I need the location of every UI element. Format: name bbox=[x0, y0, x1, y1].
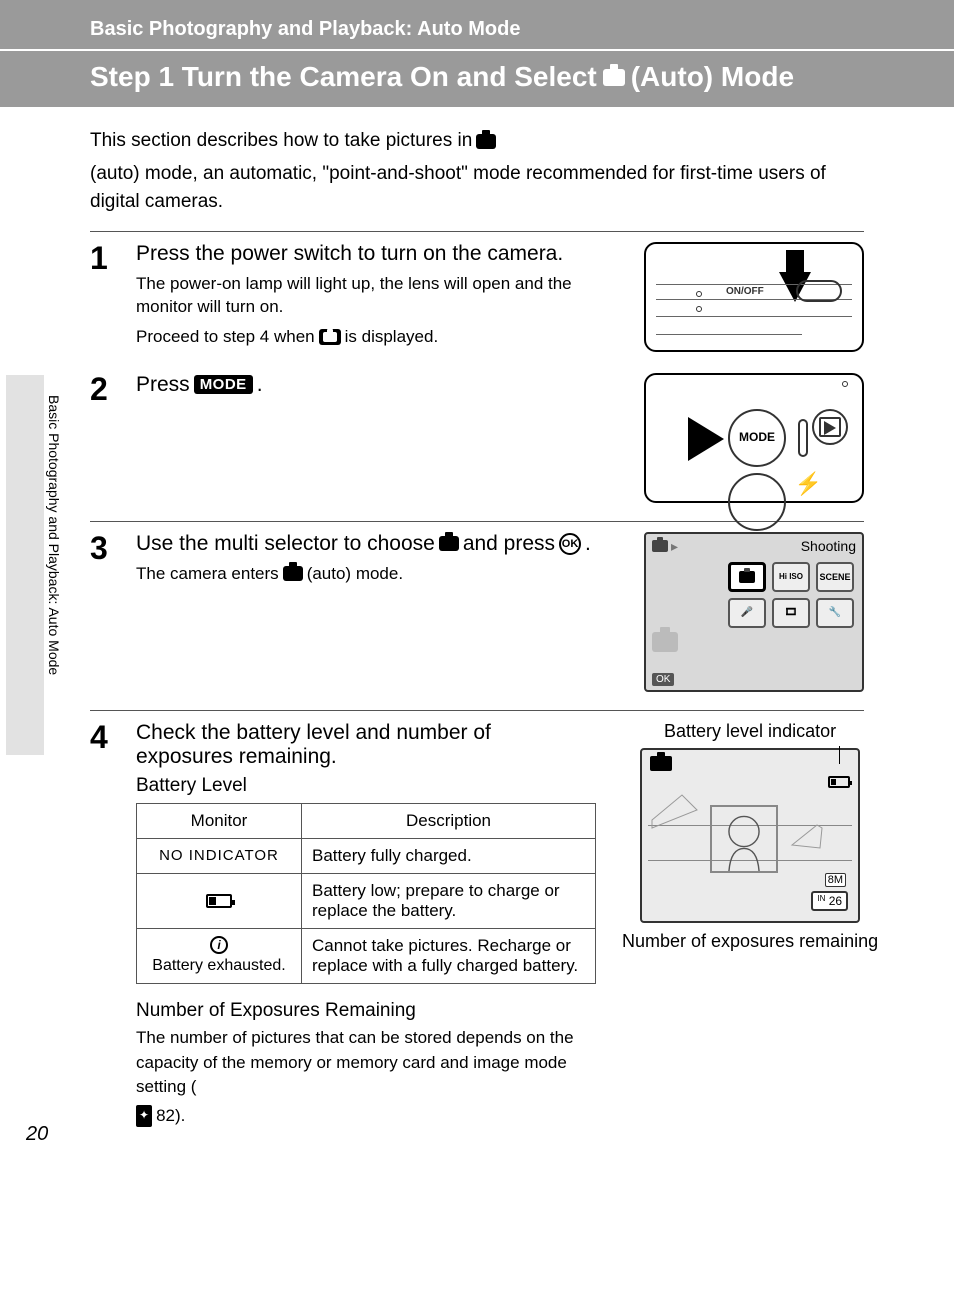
ok-badge: OK bbox=[559, 533, 581, 555]
step-3-title-post: . bbox=[585, 532, 591, 556]
illustration-monitor: 8M IN 26 bbox=[640, 748, 860, 923]
row3-desc: Cannot take pictures. Recharge or replac… bbox=[302, 928, 596, 983]
step-3-number: 3 bbox=[90, 532, 118, 692]
flash-icon: ⚡ bbox=[795, 471, 822, 497]
step-1-title: Press the power switch to turn on the ca… bbox=[136, 242, 626, 266]
row3-monitor: i Battery exhausted. bbox=[137, 928, 302, 983]
step-4-number: 4 bbox=[90, 721, 118, 1129]
camera-ghost-icon bbox=[652, 632, 678, 652]
divider bbox=[90, 231, 864, 232]
step-2-title: Press MODE . bbox=[136, 373, 626, 397]
divider bbox=[90, 710, 864, 711]
step-2-title-pre: Press bbox=[136, 373, 190, 397]
grid-camera-icon bbox=[728, 562, 766, 592]
camera-icon bbox=[652, 540, 668, 552]
page-title-post: (Auto) Mode bbox=[631, 61, 794, 93]
illustration-power-switch: ON/OFF bbox=[644, 242, 864, 352]
sidebar-label: Basic Photography and Playback: Auto Mod… bbox=[46, 395, 62, 675]
battery-low-icon bbox=[206, 894, 232, 908]
info-icon: i bbox=[210, 936, 228, 954]
th-description: Description bbox=[302, 803, 596, 838]
mode-badge: MODE bbox=[194, 375, 253, 394]
step-1-sub2-post: is displayed. bbox=[345, 325, 439, 349]
exposures-count: 26 bbox=[829, 894, 842, 908]
camera-icon bbox=[603, 69, 625, 86]
camera-in-box-icon bbox=[319, 329, 341, 345]
th-monitor: Monitor bbox=[137, 803, 302, 838]
step-3: 3 Use the multi selector to choose and p… bbox=[90, 532, 864, 692]
step-3-sub: The camera enters (auto) mode. bbox=[136, 562, 626, 586]
in-label: IN bbox=[817, 894, 825, 903]
step-4: 4 Check the battery level and number of … bbox=[90, 721, 864, 1129]
step-1: 1 Press the power switch to turn on the … bbox=[90, 242, 864, 355]
grid-setup-icon: 🔧 bbox=[816, 598, 854, 628]
camera-icon bbox=[283, 566, 303, 581]
illustration-mode-button: MODE ⚡ bbox=[644, 373, 864, 503]
sidebar-tab bbox=[6, 375, 44, 755]
battery-caption: Battery level indicator bbox=[664, 721, 836, 742]
step-1-sub1: The power-on lamp will light up, the len… bbox=[136, 272, 626, 320]
exposures-caption: Number of exposures remaining bbox=[614, 931, 886, 952]
step-3-title-pre: Use the multi selector to choose bbox=[136, 532, 435, 556]
camera-icon bbox=[476, 134, 496, 149]
step-3-title-mid: and press bbox=[463, 532, 555, 556]
grid-scene-icon: SCENE bbox=[816, 562, 854, 592]
exposures-count-box: IN 26 bbox=[811, 891, 848, 911]
shooting-title: Shooting bbox=[801, 538, 856, 554]
section-header: Basic Photography and Playback: Auto Mod… bbox=[0, 0, 954, 51]
step-3-sub-pre: The camera enters bbox=[136, 562, 279, 586]
illustration-shooting-menu: ▸ Shooting Hi ISO SCENE 🎤 🎞 🔧 OK bbox=[644, 532, 864, 692]
exposures-note-pre: The number of pictures that can be store… bbox=[136, 1026, 596, 1100]
exposures-note-post: 82). bbox=[156, 1104, 185, 1129]
battery-icon bbox=[828, 776, 850, 788]
intro-pre: This section describes how to take pictu… bbox=[90, 127, 472, 156]
step-1-sub2: Proceed to step 4 when is displayed. bbox=[136, 325, 626, 349]
page-title-pre: Step 1 Turn the Camera On and Select bbox=[90, 61, 597, 93]
onoff-label: ON/OFF bbox=[726, 286, 764, 297]
step-3-sub-post: (auto) mode. bbox=[307, 562, 403, 586]
step-2-number: 2 bbox=[90, 373, 118, 503]
page-title: Step 1 Turn the Camera On and Select (Au… bbox=[0, 51, 954, 107]
step-2: 2 Press MODE . MODE ⚡ bbox=[90, 373, 864, 503]
grid-hi-iso-icon: Hi ISO bbox=[772, 562, 810, 592]
image-mode-badge: 8M bbox=[825, 873, 846, 887]
face-focus-box bbox=[710, 805, 778, 873]
row2-desc: Battery low; prepare to charge or replac… bbox=[302, 873, 596, 928]
step-3-title: Use the multi selector to choose and pre… bbox=[136, 532, 626, 556]
step-4-title: Check the battery level and number of ex… bbox=[136, 721, 566, 769]
battery-level-heading: Battery Level bbox=[136, 775, 596, 797]
row1-monitor: NO INDICATOR bbox=[137, 838, 302, 873]
row2-monitor bbox=[137, 873, 302, 928]
camera-icon bbox=[650, 756, 672, 771]
page-number: 20 bbox=[26, 1123, 48, 1146]
step-2-title-post: . bbox=[257, 373, 263, 397]
row1-desc: Battery fully charged. bbox=[302, 838, 596, 873]
grid-movie-icon: 🎞 bbox=[772, 598, 810, 628]
exposures-note: The number of pictures that can be store… bbox=[136, 1026, 596, 1129]
grid-voice-icon: 🎤 bbox=[728, 598, 766, 628]
battery-indicator-pointer bbox=[828, 756, 850, 788]
row3-label: Battery exhausted. bbox=[152, 956, 285, 975]
step-1-sub2-pre: Proceed to step 4 when bbox=[136, 325, 315, 349]
intro-text: This section describes how to take pictu… bbox=[90, 127, 864, 217]
mode-label-in-illus: MODE bbox=[739, 430, 775, 444]
ok-label: OK bbox=[652, 673, 674, 686]
battery-table: Monitor Description NO INDICATOR Battery… bbox=[136, 803, 596, 984]
exposures-heading: Number of Exposures Remaining bbox=[136, 1000, 596, 1022]
camera-icon bbox=[439, 536, 459, 551]
step-1-number: 1 bbox=[90, 242, 118, 355]
setup-icon: ✦ bbox=[136, 1105, 152, 1126]
intro-post: (auto) mode, an automatic, "point-and-sh… bbox=[90, 160, 864, 217]
